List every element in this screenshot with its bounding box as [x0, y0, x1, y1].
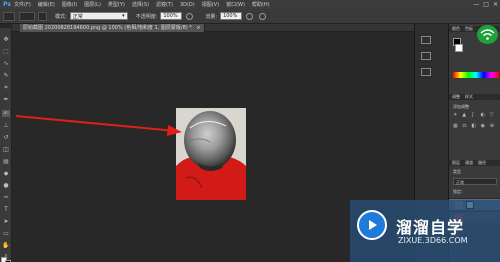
- lock-label: 锁定:: [453, 189, 463, 194]
- vibrance-icon[interactable]: ▽: [490, 112, 497, 121]
- watermark-title: 溜溜自学: [396, 218, 465, 237]
- exposure-icon[interactable]: ◐: [481, 112, 488, 121]
- blend-mode-select[interactable]: 正常: [453, 178, 497, 185]
- wifi-status-badge: [477, 25, 498, 44]
- black-white-icon[interactable]: ◧: [471, 123, 478, 132]
- blend-mode-value: 正常: [456, 180, 464, 185]
- color-spectrum-bar[interactable]: [453, 72, 499, 78]
- watermark-logo-icon: [357, 210, 387, 240]
- watermark-banner: 溜溜自学 ZIXUE.3D66.COM: [350, 200, 500, 262]
- adjustment-icons-grid: ☀ ▲ ∫ ◐ ▽ ▦ ⚖ ◧ ◉ ⊕: [453, 112, 497, 132]
- wifi-icon: [480, 29, 495, 40]
- levels-icon[interactable]: ▲: [462, 112, 469, 121]
- curves-icon[interactable]: ∫: [471, 112, 478, 121]
- color-balance-icon[interactable]: ⚖: [462, 123, 469, 132]
- play-icon: [369, 220, 377, 230]
- channel-mixer-icon[interactable]: ⊕: [490, 123, 497, 132]
- adjustments-panel-header: 调整 样式: [449, 94, 500, 100]
- add-adjustment-label: 添加调整: [453, 104, 469, 109]
- tab-channels[interactable]: 通道: [465, 160, 473, 166]
- layer-kind-filter[interactable]: 类型: [453, 169, 461, 175]
- tab-adjustments[interactable]: 调整: [452, 94, 460, 100]
- properties-panel-icon[interactable]: [421, 52, 431, 60]
- tab-paths[interactable]: 路径: [478, 160, 486, 166]
- brightness-icon[interactable]: ☀: [453, 112, 460, 121]
- color-panel-bg-swatch[interactable]: [455, 44, 463, 52]
- tab-styles[interactable]: 样式: [465, 94, 473, 100]
- tab-layers[interactable]: 图层: [452, 160, 460, 166]
- adjustments-panel-icon[interactable]: [421, 68, 431, 76]
- watermark-url: ZIXUE.3D66.COM: [398, 236, 468, 245]
- layers-panel-header: 图层 通道 路径: [449, 160, 500, 166]
- hue-saturation-icon[interactable]: ▦: [453, 123, 460, 132]
- photo-filter-icon[interactable]: ◉: [481, 123, 488, 132]
- tab-swatches[interactable]: 色板: [465, 26, 473, 32]
- history-panel-icon[interactable]: [421, 36, 431, 44]
- tab-color[interactable]: 颜色: [452, 26, 460, 32]
